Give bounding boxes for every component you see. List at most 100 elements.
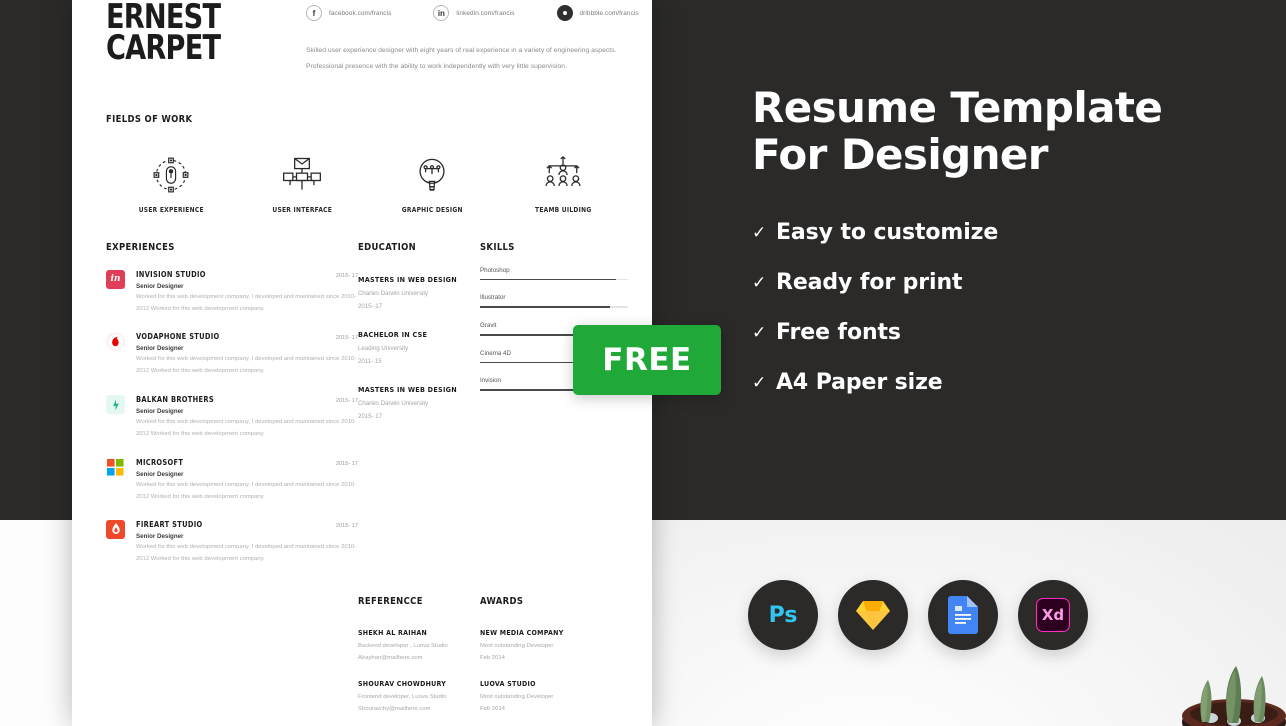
feature-label: Easy to customize — [776, 220, 999, 246]
field-of-work-item: USER INTERFACE — [237, 151, 368, 214]
section-title-references: REFERENCCE — [358, 595, 423, 607]
name-block: ERNEST CARPET — [96, 0, 296, 76]
education-degree: MASTERS IN WEB DESIGN — [358, 274, 457, 284]
experience-company: INVISION STUDIO — [136, 269, 206, 279]
feature-label: A4 Paper size — [776, 370, 943, 396]
screenshot-root: ERNEST CARPET f facebook.com/francis in … — [0, 0, 1286, 726]
field-of-work-label: TEAMB UILDING — [534, 205, 591, 214]
promo-title-line2: For Designer — [752, 130, 1048, 180]
education-row: BACHELOR IN CSE Leading University 2011-… — [358, 330, 480, 365]
field-of-work-item: GRAPHIC DESIGN — [367, 151, 498, 214]
social-link-facebook[interactable]: f facebook.com/francis — [306, 5, 391, 21]
section-title-awards: AWARDS — [480, 595, 524, 607]
award-description: Most outstanding Developer — [480, 642, 554, 649]
section-title-education: EDUCATION — [358, 241, 417, 253]
reference-name: SHEKH AL RAIHAN — [358, 628, 428, 637]
skill-row: Photoshop — [480, 267, 628, 281]
experience-year: 2015- 17 — [335, 398, 358, 405]
reference-name: SHOURAV CHOWDHURY — [358, 679, 447, 688]
experience-description: Worked for this web development company,… — [136, 544, 357, 563]
free-badge[interactable]: FREE — [573, 325, 721, 395]
education-degree: MASTERS IN WEB DESIGN — [358, 384, 457, 394]
field-of-work-item: USER EXPERIENCE — [106, 151, 237, 214]
social-link-dribbble[interactable]: dribbble.com/francis — [556, 5, 639, 21]
linkedin-icon: in — [433, 5, 450, 21]
education-year: 2015- 17 — [358, 412, 383, 420]
feature-item: ✓ A4 Paper size — [752, 370, 1252, 395]
award-row: NEW MEDIA COMPANY Most outstanding Devel… — [480, 629, 628, 661]
adobe-xd-label: Xd — [1041, 606, 1065, 624]
check-icon: ✓ — [752, 273, 767, 293]
check-icon: ✓ — [752, 323, 767, 343]
fireart-logo — [106, 520, 125, 540]
skill-name: Illustrator — [480, 294, 506, 302]
skills-section: SKILLS Photoshop Illustrator Gravit Cine… — [480, 242, 628, 566]
skill-bar — [480, 278, 628, 281]
promo-title-line1: Resume Template — [752, 83, 1163, 132]
education-university: Charles Darwin University — [358, 399, 429, 407]
reference-role: Frontend developer, Luova Studio — [358, 693, 447, 700]
plant-decoration — [1116, 618, 1286, 726]
social-links: f facebook.com/francis in linkedin.com/f… — [306, 5, 639, 21]
graphic-design-icon — [367, 151, 498, 199]
experience-role: Senior Designer — [136, 408, 184, 416]
experience-role: Senior Designer — [136, 345, 184, 353]
resume-header: ERNEST CARPET f facebook.com/francis in … — [96, 0, 639, 76]
contact-block: f facebook.com/francis in linkedin.com/f… — [296, 2, 639, 76]
google-docs-icon[interactable] — [928, 580, 998, 650]
experience-company: VODAPHONE STUDIO — [136, 332, 220, 342]
promo-panel: Resume Template For Designer ✓ Easy to c… — [752, 84, 1252, 420]
free-badge-label: FREE — [602, 342, 692, 378]
references-awards-row: REFERENCCE SHEKH AL RAIHAN Backend devel… — [96, 596, 628, 712]
check-icon: ✓ — [752, 223, 767, 243]
section-title-skills: SKILLS — [480, 241, 515, 253]
awards-section: AWARDS NEW MEDIA COMPANY Most outstandin… — [480, 596, 628, 712]
award-name: LUOVA STUDIO — [480, 679, 536, 688]
fields-of-work-section: FIELDS OF WORK USER EXPERIENCE USER INTE… — [96, 114, 628, 214]
reference-email: Alrayhan@mailhere.com — [358, 654, 423, 661]
balkan-logo — [106, 395, 125, 415]
dribbble-icon — [556, 5, 573, 21]
profile-summary: Skilled user experience designer with ei… — [306, 47, 617, 71]
education-row: MASTERS IN WEB DESIGN Charles Darwin Uni… — [358, 385, 480, 420]
award-name: NEW MEDIA COMPANY — [480, 628, 564, 637]
last-name: CARPET — [106, 28, 221, 69]
sketch-icon[interactable] — [838, 580, 908, 650]
experience-row: in INVISION STUDIO 2015- 17 Senior Desig… — [106, 269, 358, 316]
feature-label: Free fonts — [776, 320, 901, 346]
award-description: Most outstanding Developer — [480, 693, 554, 700]
reference-row: SHEKH AL RAIHAN Backend developer , Luov… — [358, 629, 480, 661]
experience-description: Worked for this web development company,… — [136, 481, 357, 500]
feature-list: ✓ Easy to customize ✓ Ready for print ✓ … — [752, 220, 1252, 395]
team-building-icon — [498, 151, 629, 199]
photoshop-icon[interactable]: Ps — [748, 580, 818, 650]
feature-item: ✓ Free fonts — [752, 320, 1252, 345]
facebook-icon: f — [306, 5, 322, 21]
education-university: Charles Darwin University — [358, 289, 429, 297]
experiences-section: EXPERIENCES in INVISION STUDIO 2015- 17 … — [106, 242, 358, 566]
experience-description: Worked for this web development company,… — [136, 356, 357, 375]
compatible-apps-list: Ps Xd — [748, 580, 1088, 650]
education-year: 2011- 15 — [358, 357, 382, 365]
adobe-xd-icon[interactable]: Xd — [1018, 580, 1088, 650]
social-link-linkedin[interactable]: in linkedin.com/francis — [433, 5, 514, 21]
experience-role: Senior Designer — [136, 282, 184, 290]
experience-row: BALKAN BROTHERS 2015- 17 Senior Designer… — [106, 395, 358, 441]
resume-preview-card: ERNEST CARPET f facebook.com/francis in … — [72, 0, 652, 726]
experience-year: 2015- 17 — [335, 335, 358, 342]
education-university: Leading University — [358, 344, 409, 352]
social-label: dribbble.com/francis — [579, 9, 639, 17]
field-of-work-label: GRAPHIC DESIGN — [401, 205, 463, 214]
social-label: facebook.com/francis — [329, 9, 392, 17]
skill-bar — [480, 306, 628, 309]
references-section: REFERENCCE SHEKH AL RAIHAN Backend devel… — [358, 596, 480, 712]
experience-year: 2015- 17 — [335, 272, 358, 279]
invision-logo: in — [106, 269, 125, 289]
user-interface-icon — [237, 151, 368, 199]
education-year: 2015- 17 — [358, 302, 383, 310]
award-date: Feb 2014 — [480, 705, 505, 712]
experience-row: MICROSOFT 2015- 17 Senior Designer Worke… — [106, 458, 358, 504]
experience-row: VODAPHONE STUDIO 2015- 17 Senior Designe… — [106, 332, 358, 378]
experience-description: Worked for this web development company,… — [136, 293, 357, 312]
experience-company: FIREART STUDIO — [136, 520, 203, 530]
